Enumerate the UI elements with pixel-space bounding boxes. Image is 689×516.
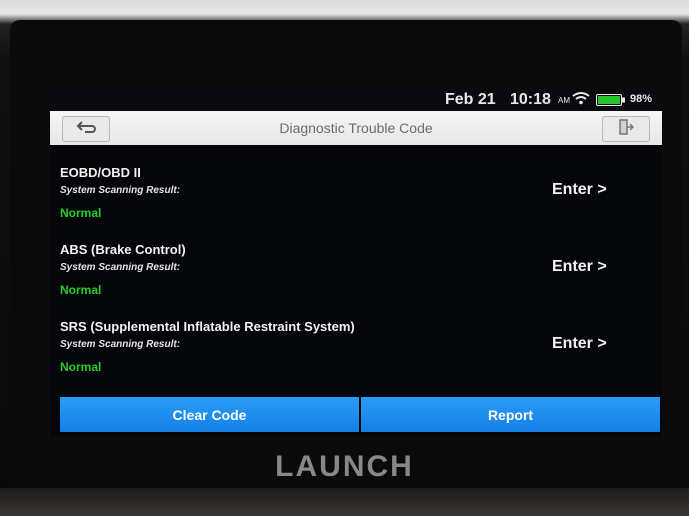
status-date: Feb 21	[445, 91, 496, 108]
page-title: Diagnostic Trouble Code	[279, 120, 433, 136]
wifi-icon	[572, 91, 590, 110]
device-base	[0, 488, 689, 516]
scan-result-label: System Scanning Result:	[60, 339, 181, 350]
scan-result-label: System Scanning Result:	[60, 262, 181, 273]
device-screen: Feb 21 10:18 AM 98% Diagnostic Trouble C…	[50, 86, 662, 436]
brand-logo: LAUNCH	[275, 450, 414, 483]
system-name: SRS (Supplemental Inflatable Restraint S…	[60, 319, 355, 334]
system-item-eobd[interactable]: EOBD/OBD II System Scanning Result: Norm…	[50, 165, 662, 241]
system-item-abs[interactable]: ABS (Brake Control) System Scanning Resu…	[50, 242, 662, 318]
status-bar: Feb 21 10:18 AM 98%	[50, 86, 662, 111]
title-bar: Diagnostic Trouble Code	[50, 111, 662, 145]
system-name: EOBD/OBD II	[60, 165, 141, 180]
system-name: ABS (Brake Control)	[60, 242, 186, 257]
scan-status: Normal	[60, 283, 102, 297]
scan-result-label: System Scanning Result:	[60, 185, 181, 196]
battery-icon	[596, 93, 626, 111]
report-button[interactable]: Report	[361, 397, 660, 432]
exit-icon	[618, 118, 635, 140]
enter-button[interactable]: Enter >	[552, 258, 607, 276]
clear-code-button[interactable]: Clear Code	[60, 397, 359, 432]
enter-button[interactable]: Enter >	[552, 335, 607, 353]
action-bar: Clear Code Report	[60, 397, 660, 432]
battery-percent: 98%	[630, 93, 653, 105]
exit-button[interactable]	[602, 116, 650, 142]
system-item-srs[interactable]: SRS (Supplemental Inflatable Restraint S…	[50, 319, 662, 395]
status-time: 10:18	[510, 91, 551, 108]
scan-status: Normal	[60, 206, 102, 220]
scan-status: Normal	[60, 360, 102, 374]
enter-button[interactable]: Enter >	[552, 181, 607, 199]
status-ampm: AM	[558, 96, 570, 105]
